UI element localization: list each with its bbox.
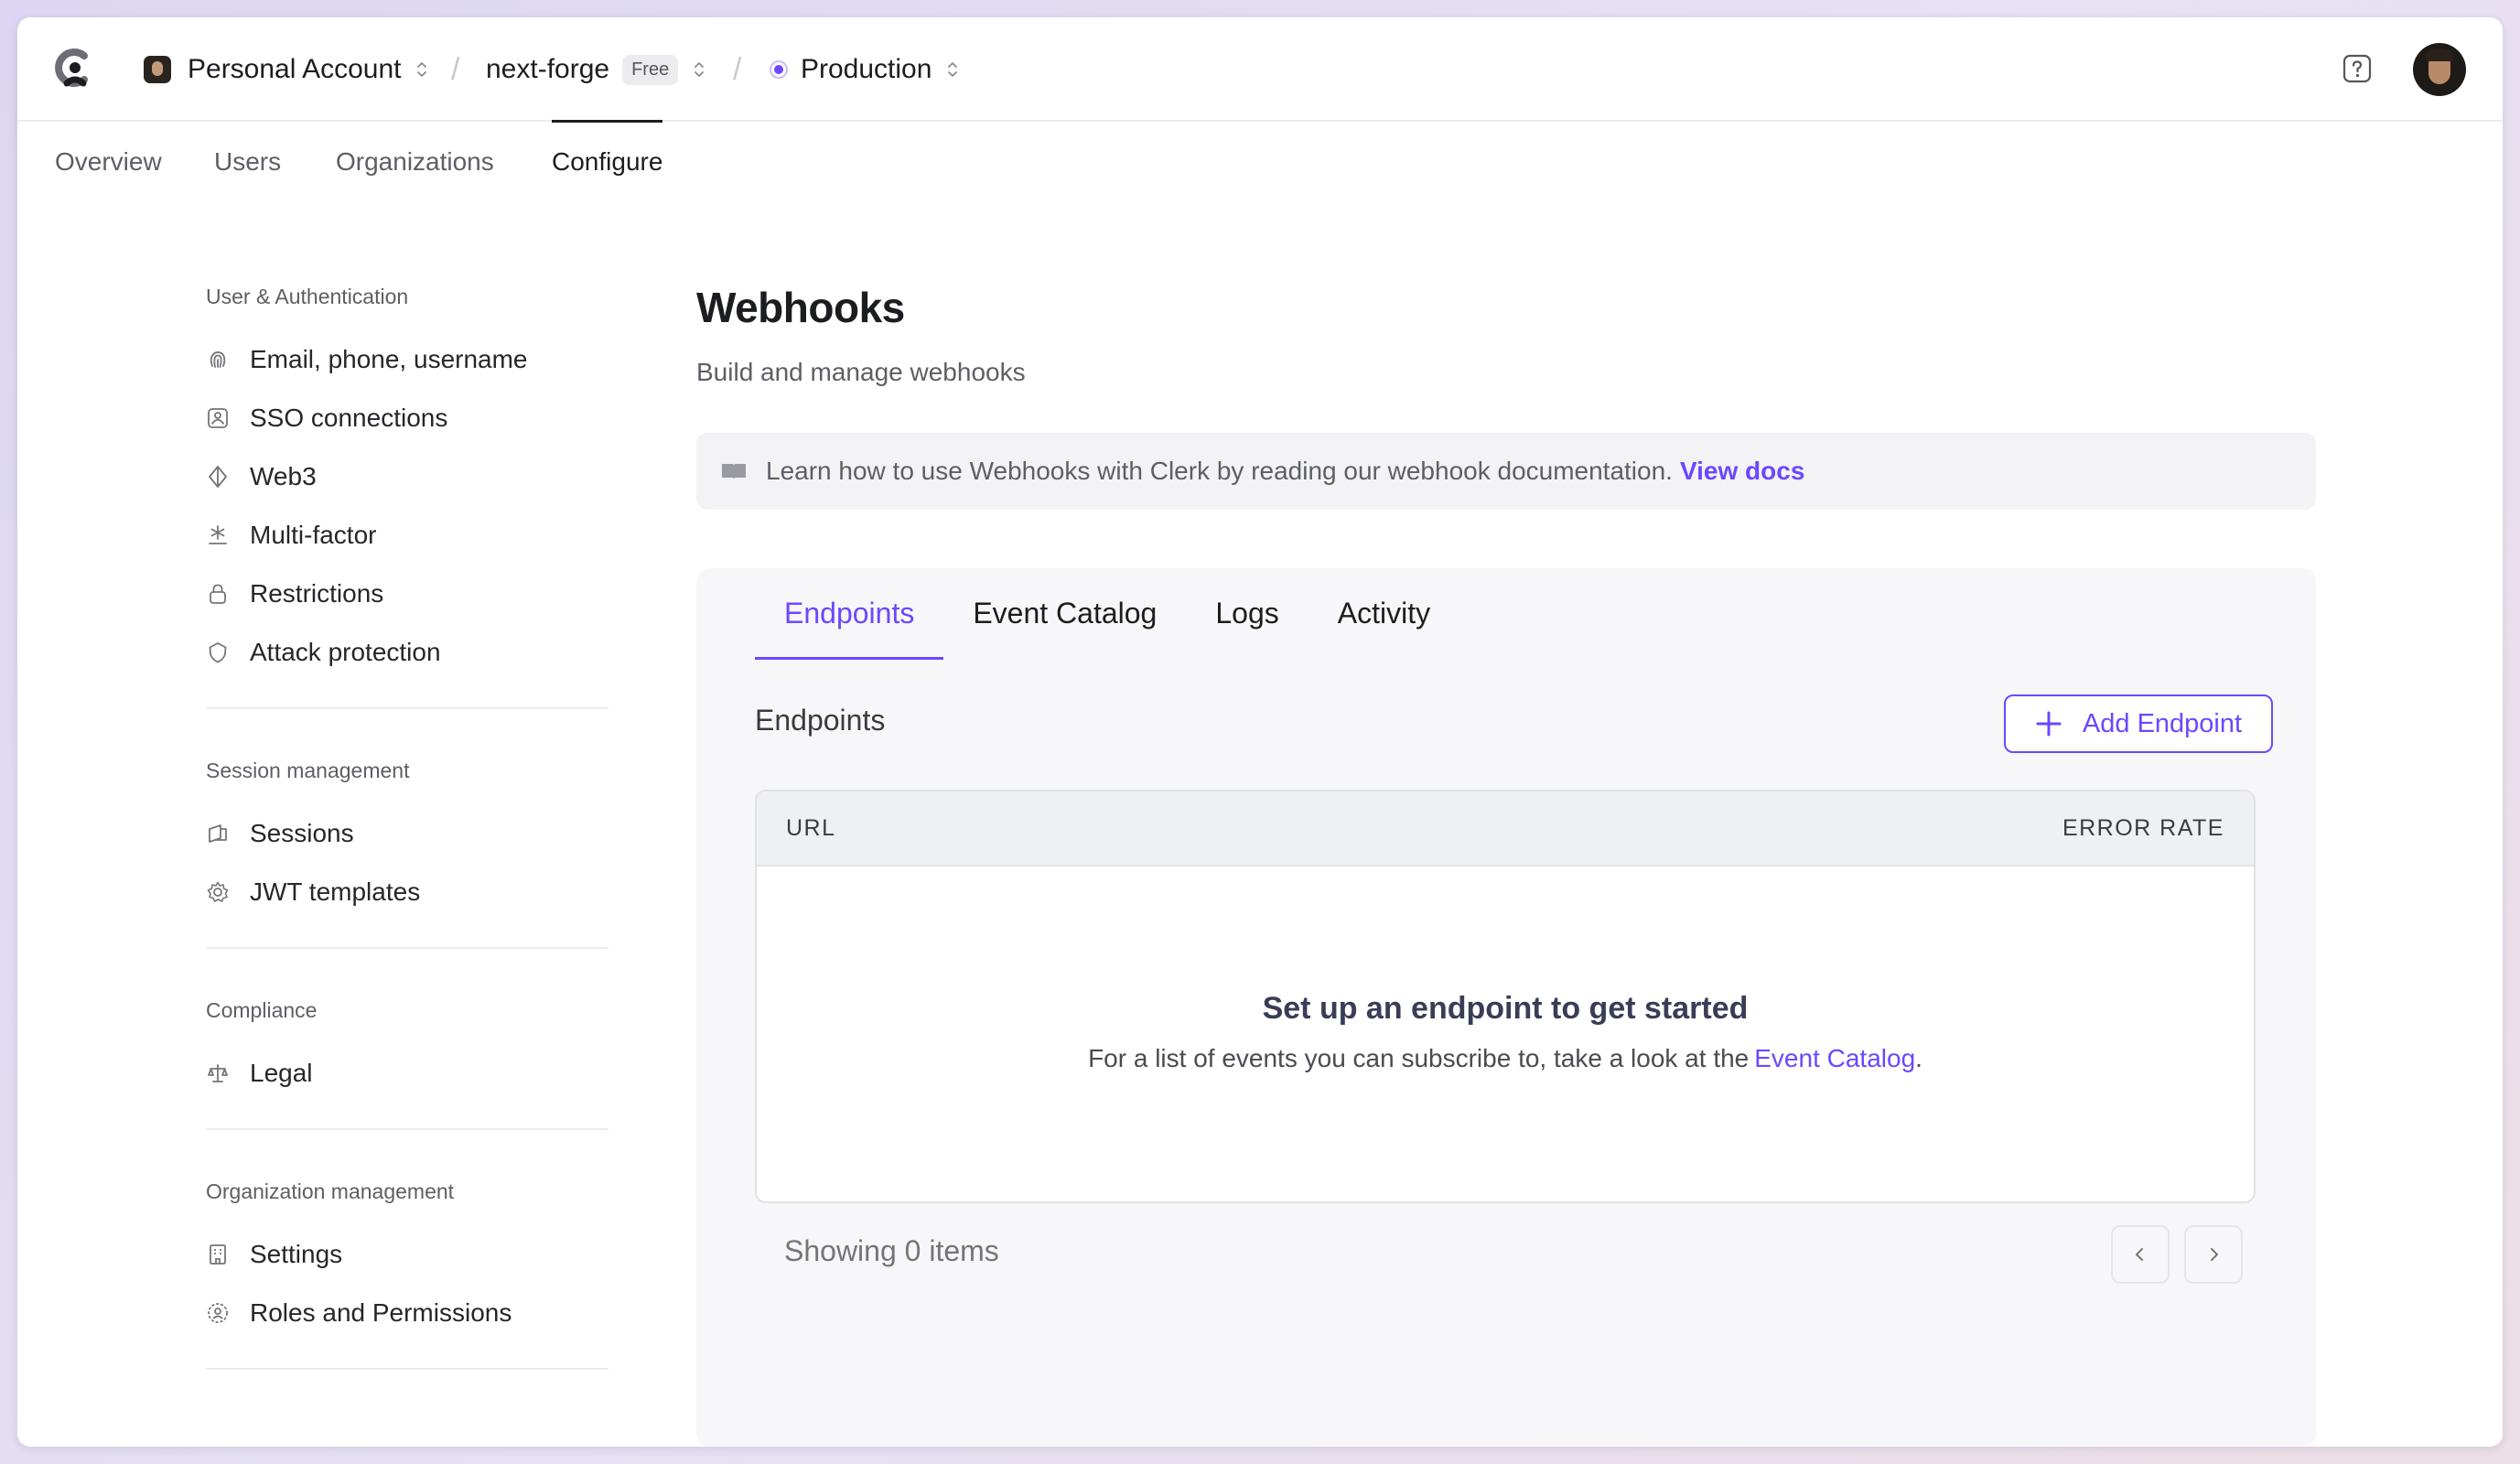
configure-sidebar: User & Authentication Email, phone, user… xyxy=(206,283,608,1417)
sidebar-item-label: Roles and Permissions xyxy=(250,1298,512,1327)
sidebar-item-label: Multi-factor xyxy=(250,521,377,549)
sidebar-divider xyxy=(206,947,608,949)
empty-state-suffix: . xyxy=(1915,1044,1922,1072)
account-name: Personal Account xyxy=(188,54,402,84)
building-icon xyxy=(210,1244,226,1265)
sidebar-divider xyxy=(206,707,608,709)
endpoints-heading: Endpoints xyxy=(755,704,886,737)
app-window: Personal Account / next-forge Free / Pro… xyxy=(17,17,2503,1447)
event-catalog-link[interactable]: Event Catalog xyxy=(1754,1044,1915,1072)
sidebar-divider xyxy=(206,1128,608,1130)
empty-state-text: For a list of events you can subscribe t… xyxy=(757,1044,2254,1073)
sidebar-item-label: Legal xyxy=(250,1059,313,1087)
tab-logs[interactable]: Logs xyxy=(1186,568,1308,660)
empty-state-description: For a list of events you can subscribe t… xyxy=(1088,1044,1750,1072)
sidebar-section-title: Session management xyxy=(206,759,410,782)
chevron-updown-icon xyxy=(417,62,427,77)
breadcrumb-separator: / xyxy=(451,51,460,87)
tab-activity[interactable]: Activity xyxy=(1308,568,1459,660)
tab-overview[interactable]: Overview xyxy=(55,122,162,204)
table-header: URL ERROR RATE xyxy=(757,791,2254,867)
account-switcher[interactable]: Personal Account xyxy=(144,17,428,122)
docs-callout: Learn how to use Webhooks with Clerk by … xyxy=(696,433,2316,510)
asterisk-icon xyxy=(209,525,227,544)
plus-icon xyxy=(2036,711,2062,737)
application-switcher[interactable]: next-forge Free xyxy=(486,17,705,122)
sidebar-item-jwt-templates[interactable]: JWT templates xyxy=(206,863,608,921)
plan-badge: Free xyxy=(622,54,679,85)
page-subtitle: Build and manage webhooks xyxy=(696,358,1026,386)
sessions-icon xyxy=(209,824,227,843)
add-endpoint-button[interactable]: Add Endpoint xyxy=(2004,694,2273,753)
next-page-button[interactable] xyxy=(2184,1225,2243,1284)
clerk-logo-icon[interactable] xyxy=(54,45,96,91)
webhooks-panel: Endpoints Event Catalog Logs Activity En… xyxy=(696,568,2316,1447)
book-icon xyxy=(722,464,746,479)
sidebar-item-label: SSO connections xyxy=(250,404,448,432)
endpoints-table: URL ERROR RATE Set up an endpoint to get… xyxy=(755,790,2256,1203)
sso-icon xyxy=(208,408,228,428)
sidebar-item-label: Web3 xyxy=(250,462,317,490)
lock-icon xyxy=(210,584,226,604)
sidebar-item-label: Settings xyxy=(250,1240,343,1268)
add-endpoint-label: Add Endpoint xyxy=(2082,708,2243,738)
sidebar-section-title: User & Authentication xyxy=(206,285,409,308)
top-bar: Personal Account / next-forge Free / Pro… xyxy=(17,17,2503,122)
sidebar-item-label: Restrictions xyxy=(250,579,384,608)
help-icon[interactable] xyxy=(2342,54,2372,83)
items-count: Showing 0 items xyxy=(784,1234,999,1267)
sidebar-item-label: Attack protection xyxy=(250,638,441,666)
account-avatar xyxy=(144,56,171,83)
column-error-rate[interactable]: ERROR RATE xyxy=(2062,815,2224,842)
sidebar-item-web3[interactable]: Web3 xyxy=(206,447,608,506)
sidebar-item-sso-connections[interactable]: SSO connections xyxy=(206,389,608,447)
tab-organizations[interactable]: Organizations xyxy=(336,122,494,204)
view-docs-link[interactable]: View docs xyxy=(1680,457,1804,486)
environment-status-icon xyxy=(770,60,788,79)
application-name: next-forge xyxy=(486,54,610,84)
user-avatar[interactable] xyxy=(2413,43,2466,96)
web3-diamond-icon xyxy=(209,466,227,488)
chevron-left-icon xyxy=(2136,1248,2143,1261)
main-nav: Overview Users Organizations Configure xyxy=(17,120,2503,204)
fingerprint-icon xyxy=(210,351,226,368)
user-circle-icon xyxy=(208,1303,228,1323)
tab-users[interactable]: Users xyxy=(214,122,281,204)
page-title: Webhooks xyxy=(696,284,905,331)
chevron-updown-icon xyxy=(948,62,958,77)
sidebar-item-restrictions[interactable]: Restrictions xyxy=(206,565,608,623)
tab-endpoints[interactable]: Endpoints xyxy=(755,568,944,660)
environment-name: Production xyxy=(801,54,932,84)
chevron-updown-icon xyxy=(695,62,705,77)
sidebar-item-attack-protection[interactable]: Attack protection xyxy=(206,623,608,682)
previous-page-button[interactable] xyxy=(2111,1225,2170,1284)
sidebar-item-legal[interactable]: Legal xyxy=(206,1044,608,1103)
shield-icon xyxy=(209,642,227,663)
sidebar-item-multi-factor[interactable]: Multi-factor xyxy=(206,506,608,565)
sidebar-item-label: Email, phone, username xyxy=(250,345,528,373)
docs-callout-text: Learn how to use Webhooks with Clerk by … xyxy=(766,457,1673,485)
breadcrumb-separator: / xyxy=(733,51,742,87)
sidebar-section-title: Organization management xyxy=(206,1179,455,1203)
tab-configure[interactable]: Configure xyxy=(552,120,663,204)
main-content: Webhooks Build and manage webhooks Learn… xyxy=(696,283,2316,1447)
sidebar-item-settings[interactable]: Settings xyxy=(206,1225,608,1284)
legal-scale-icon xyxy=(208,1064,228,1082)
sidebar-item-email-phone-username[interactable]: Email, phone, username xyxy=(206,330,608,389)
empty-state-title: Set up an endpoint to get started xyxy=(1262,991,1749,1026)
environment-switcher[interactable]: Production xyxy=(770,17,959,122)
chevron-right-icon xyxy=(2211,1248,2218,1261)
gear-icon xyxy=(207,881,229,902)
sidebar-item-label: JWT templates xyxy=(250,877,421,906)
sidebar-item-roles-permissions[interactable]: Roles and Permissions xyxy=(206,1284,608,1342)
sidebar-section-title: Compliance xyxy=(206,998,318,1022)
sidebar-item-sessions[interactable]: Sessions xyxy=(206,804,608,863)
sidebar-divider xyxy=(206,1368,608,1370)
tab-event-catalog[interactable]: Event Catalog xyxy=(943,568,1186,660)
column-url[interactable]: URL xyxy=(786,815,836,842)
webhooks-tabs: Endpoints Event Catalog Logs Activity xyxy=(755,568,1459,660)
sidebar-item-label: Sessions xyxy=(250,819,354,847)
